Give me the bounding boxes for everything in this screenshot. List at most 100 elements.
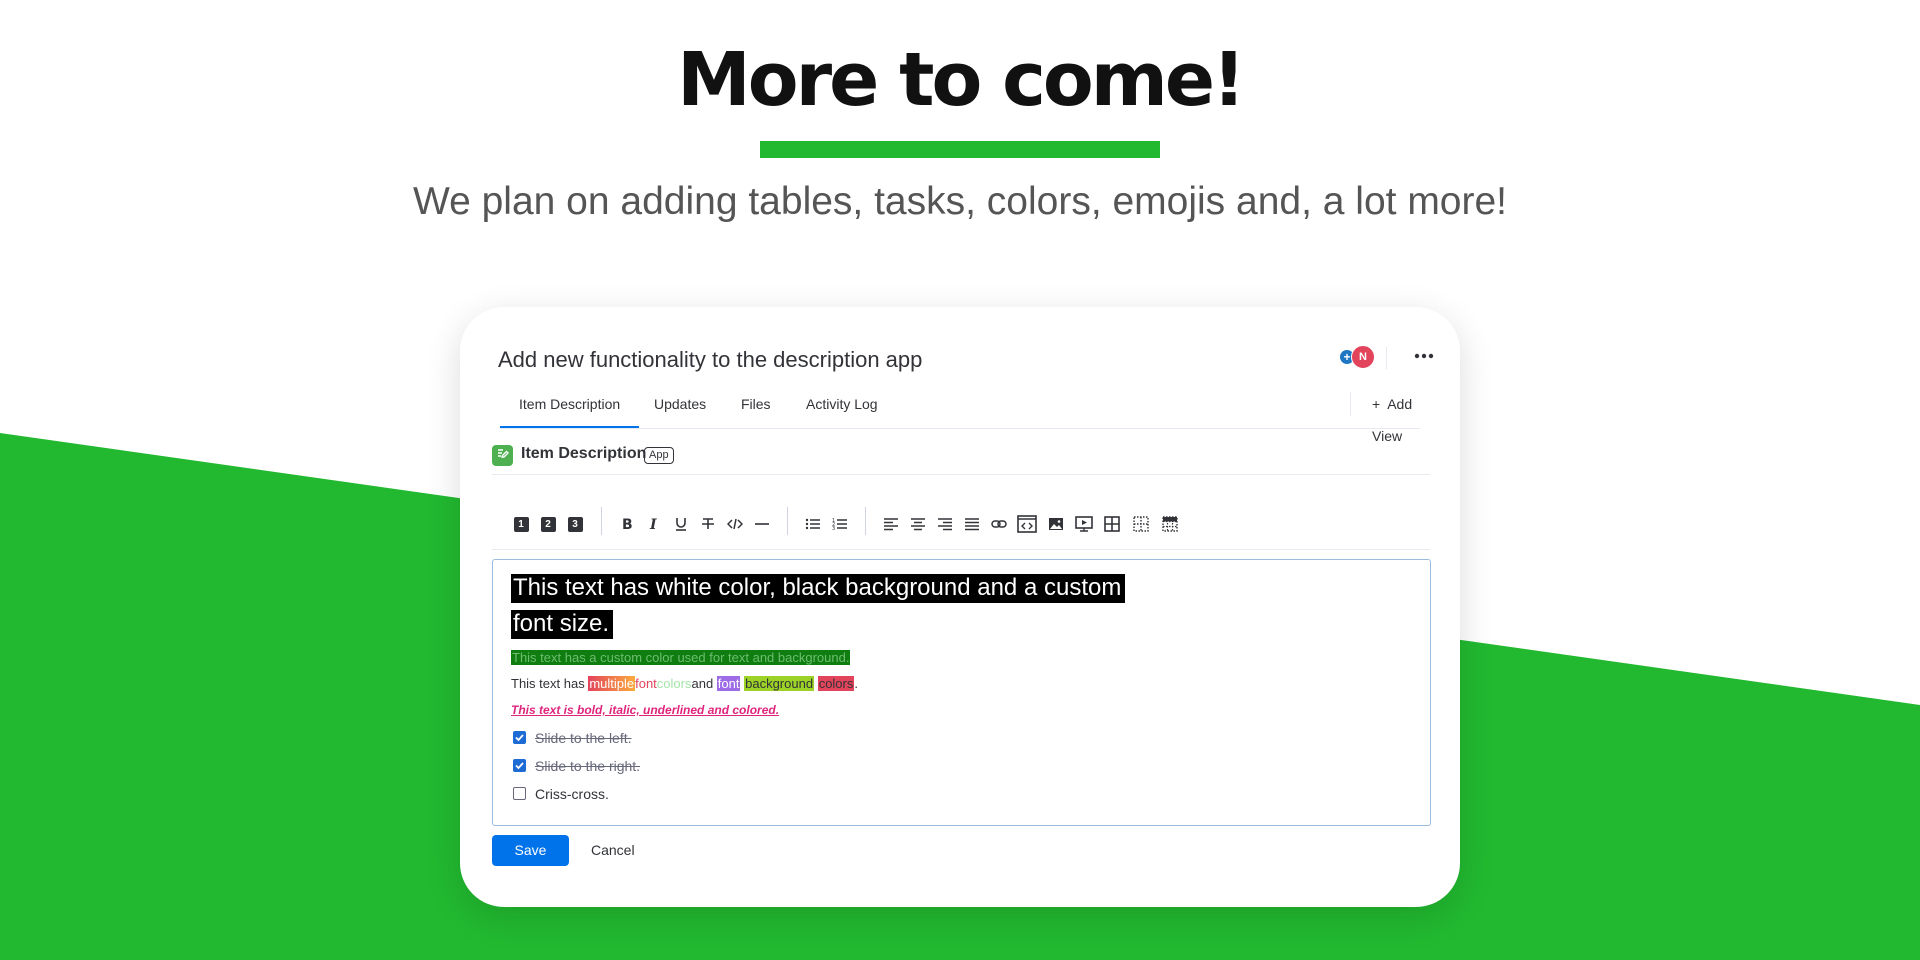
checked-checkbox[interactable]: [513, 759, 526, 772]
unchecked-checkbox[interactable]: [513, 787, 526, 800]
toolbar-divider: [865, 507, 866, 535]
more-horizontal-icon: [1414, 353, 1434, 359]
bold-button[interactable]: B: [616, 513, 638, 535]
align-right-icon: [938, 518, 952, 531]
toolbar-divider: [787, 507, 788, 535]
checked-checkbox[interactable]: [513, 731, 526, 744]
checklist-label: Criss-cross.: [535, 786, 609, 802]
code-icon: [727, 518, 743, 530]
editor-line-black-bg[interactable]: This text has white color, black backgro…: [511, 570, 1126, 642]
subscribers-avatars[interactable]: + N: [1340, 345, 1376, 371]
strikethrough-icon: [702, 518, 714, 529]
cancel-button[interactable]: Cancel: [591, 835, 635, 866]
editor-line-green[interactable]: This text has a custom color used for te…: [511, 650, 851, 666]
align-left-icon: [884, 518, 898, 531]
tab-activity-log[interactable]: Activity Log: [806, 388, 878, 427]
item-tabs: Item Description Updates Files Activity …: [500, 388, 1420, 444]
heading-3-button[interactable]: 3: [564, 513, 586, 535]
hero-underline-bar: [760, 141, 1160, 158]
tabs-divider: [1350, 392, 1351, 416]
item-card: Add new functionality to the description…: [460, 307, 1460, 907]
svg-text:3: 3: [832, 526, 835, 531]
checkmark-icon: [515, 734, 524, 742]
word-colors-bg: colors: [817, 676, 855, 691]
numbered-list-icon: 123: [832, 518, 847, 531]
app-badge: App: [644, 447, 674, 464]
description-app-icon: [492, 445, 513, 466]
editor-line-bold-italic[interactable]: This text is bold, italic, underlined an…: [511, 702, 779, 718]
heading-1-button[interactable]: 1: [510, 513, 532, 535]
multicolor-end: .: [854, 676, 858, 691]
heading-2-icon: 2: [540, 516, 556, 532]
bold-icon: B: [622, 517, 633, 531]
black-bg-text-line-1: This text has white color, black backgro…: [511, 574, 1126, 603]
multicolor-prefix: This text has: [511, 676, 589, 691]
plus-icon: +: [1372, 396, 1381, 412]
svg-text:B: B: [622, 517, 633, 531]
embed-icon: [1017, 515, 1037, 533]
heading-1-icon: 1: [513, 516, 529, 532]
divider-button[interactable]: [751, 513, 773, 535]
tab-item-description[interactable]: Item Description: [500, 388, 640, 428]
table-borders-button[interactable]: [1130, 513, 1152, 535]
underline-button[interactable]: [670, 513, 692, 535]
code-button[interactable]: [724, 513, 746, 535]
align-center-icon: [911, 518, 925, 531]
word-background-bg: background: [744, 676, 815, 691]
strikethrough-button[interactable]: [697, 513, 719, 535]
green-text: This text has a custom color used for te…: [511, 650, 851, 665]
heading-2-button[interactable]: 2: [537, 513, 559, 535]
multicolor-mid: and: [691, 676, 717, 691]
table-button[interactable]: [1101, 513, 1123, 535]
align-justify-icon: [965, 518, 979, 531]
numbered-list-button[interactable]: 123: [829, 513, 851, 535]
avatar[interactable]: N: [1351, 345, 1375, 369]
video-button[interactable]: [1073, 513, 1095, 535]
more-options-button[interactable]: [1410, 345, 1438, 369]
svg-text:I: I: [649, 517, 657, 531]
black-bg-text-line-2: font size.: [511, 610, 614, 639]
toolbar-divider: [601, 507, 602, 535]
table-cells-icon: [1162, 516, 1178, 532]
table-borders-icon: [1133, 516, 1149, 532]
italic-button[interactable]: I: [643, 513, 665, 535]
editor-toolbar: 1 2 3 B I 123: [492, 485, 1430, 550]
video-icon: [1075, 516, 1093, 532]
table-icon: [1104, 516, 1120, 532]
italic-icon: I: [649, 517, 657, 531]
header-divider: [1386, 347, 1387, 369]
link-icon: [991, 520, 1007, 528]
table-cells-button[interactable]: [1159, 513, 1181, 535]
divider-icon: [755, 523, 769, 525]
add-view-button[interactable]: + Add View: [1372, 388, 1420, 444]
embed-button[interactable]: [1016, 513, 1038, 535]
item-title[interactable]: Add new functionality to the description…: [498, 347, 922, 373]
section-header: Item Description App: [492, 438, 1430, 475]
tab-updates[interactable]: Updates: [654, 388, 706, 427]
save-button[interactable]: Save: [492, 835, 569, 866]
align-justify-button[interactable]: [961, 513, 983, 535]
hero-title: More to come!: [677, 37, 1246, 123]
align-center-button[interactable]: [907, 513, 929, 535]
underline-icon: [676, 518, 686, 531]
image-button[interactable]: [1045, 513, 1067, 535]
align-right-button[interactable]: [934, 513, 956, 535]
tab-files[interactable]: Files: [741, 388, 771, 427]
word-colors-colored: colors: [656, 676, 692, 691]
checkmark-icon: [515, 762, 524, 770]
description-editor[interactable]: This text has white color, black backgro…: [492, 559, 1431, 826]
bullet-list-icon: [805, 518, 820, 530]
image-icon: [1049, 518, 1063, 530]
word-font-colored: font: [635, 676, 657, 691]
editor-line-multicolor[interactable]: This text has multiplefontcolorsand font…: [511, 676, 858, 692]
section-title: Item Description: [521, 445, 647, 462]
word-multiple: multiple: [588, 676, 636, 691]
word-font-bg: font: [716, 676, 741, 691]
align-left-button[interactable]: [880, 513, 902, 535]
bullet-list-button[interactable]: [802, 513, 824, 535]
link-button[interactable]: [988, 513, 1010, 535]
hero-subtitle: We plan on adding tables, tasks, colors,…: [412, 180, 1508, 223]
checklist-label: Slide to the right.: [535, 758, 641, 774]
heading-3-icon: 3: [567, 516, 583, 532]
checklist-label: Slide to the left.: [535, 730, 632, 746]
